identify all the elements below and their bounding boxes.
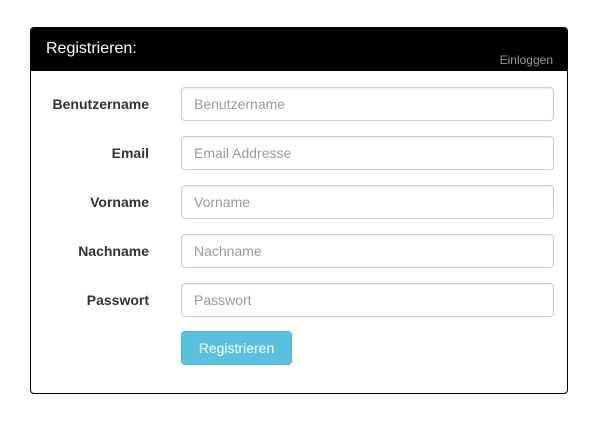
username-input[interactable] xyxy=(181,87,554,121)
lastname-label: Nachname xyxy=(78,243,149,259)
panel-title: Registrieren: xyxy=(46,40,137,57)
email-input[interactable] xyxy=(181,136,554,170)
panel-header: Registrieren: Einloggen xyxy=(31,28,567,71)
password-input[interactable] xyxy=(181,283,554,317)
lastname-input[interactable] xyxy=(181,234,554,268)
firstname-label: Vorname xyxy=(90,194,149,210)
email-row: Email xyxy=(31,136,567,170)
username-label: Benutzername xyxy=(52,96,149,112)
registration-panel: Registrieren: Einloggen Benutzername Ema… xyxy=(30,27,568,394)
login-link[interactable]: Einloggen xyxy=(500,53,553,67)
email-label: Email xyxy=(111,145,149,161)
lastname-row: Nachname xyxy=(31,234,567,268)
firstname-input[interactable] xyxy=(181,185,554,219)
password-label: Passwort xyxy=(86,292,149,308)
firstname-row: Vorname xyxy=(31,185,567,219)
register-button[interactable]: Registrieren xyxy=(181,331,292,365)
username-row: Benutzername xyxy=(31,87,567,121)
password-row: Passwort xyxy=(31,283,567,317)
